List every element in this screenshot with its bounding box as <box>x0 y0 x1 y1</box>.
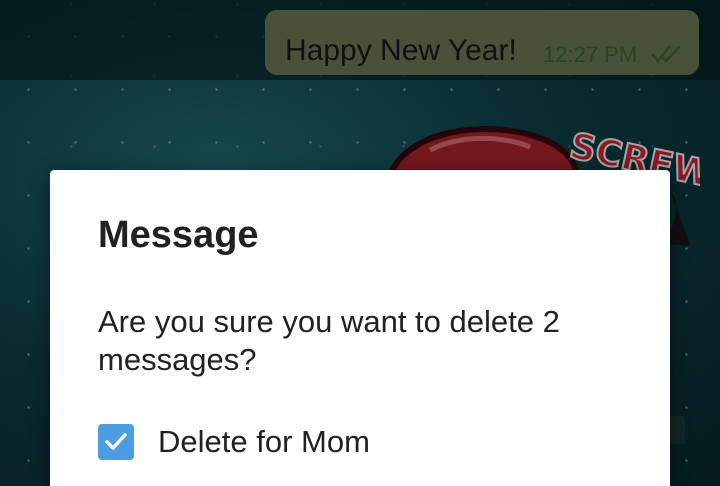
delete-messages-dialog: Message Are you sure you want to delete … <box>50 170 670 486</box>
delete-for-contact-checkbox[interactable] <box>98 424 134 460</box>
chat-screen: SCREW Happy New Year! 12:27 PM Message A… <box>0 0 720 486</box>
dialog-message: Are you sure you want to delete 2 messag… <box>98 304 560 377</box>
delete-for-contact-label: Delete for Mom <box>158 424 370 459</box>
delete-for-contact-option[interactable]: Delete for Mom <box>98 422 370 462</box>
dialog-title: Message <box>98 214 259 256</box>
checkmark-icon <box>105 433 127 450</box>
